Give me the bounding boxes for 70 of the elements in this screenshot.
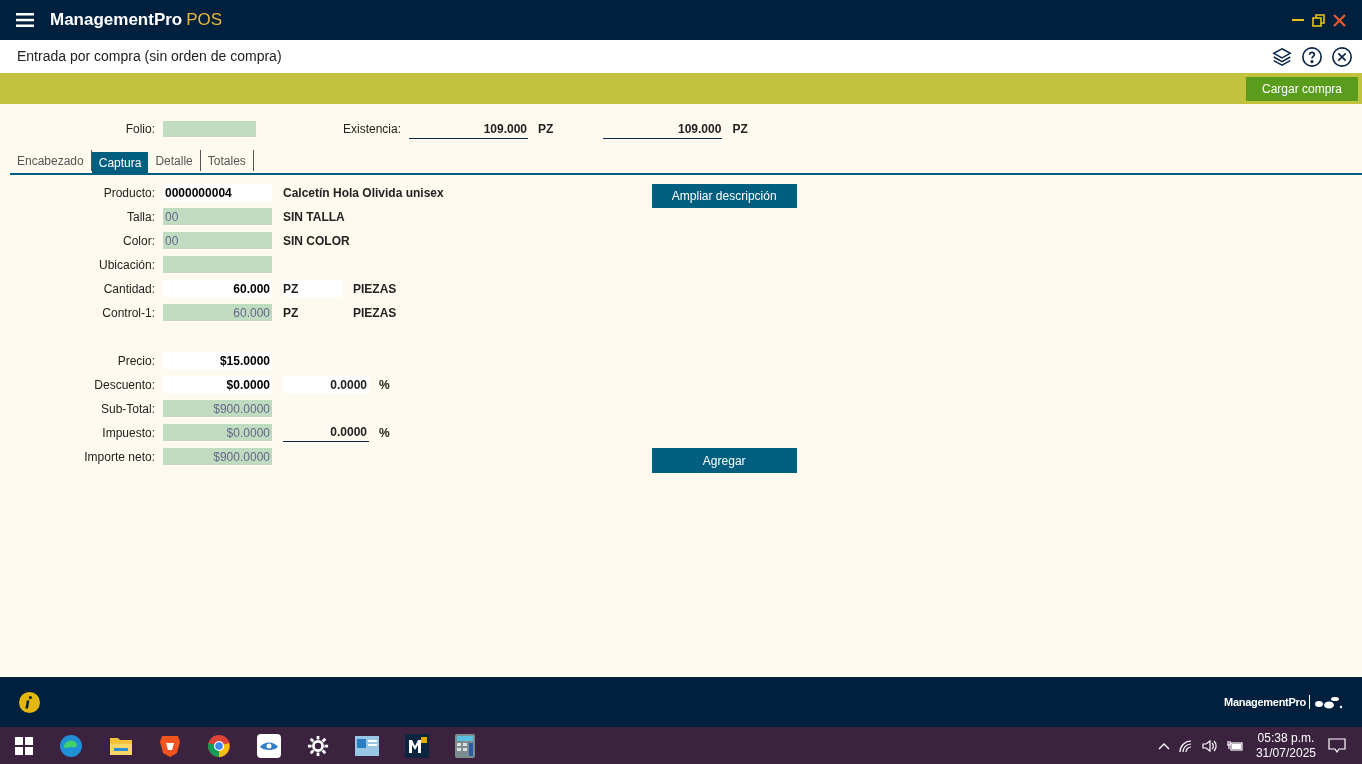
tab[interactable]: Detalle	[148, 150, 201, 171]
description-text: PIEZAS	[353, 280, 397, 298]
field-label: Talla:	[126, 208, 155, 226]
percent-sign: %	[379, 424, 390, 442]
close-icon[interactable]	[1330, 44, 1354, 69]
input-field[interactable]: $900.0000	[163, 448, 272, 465]
battery-icon[interactable]	[1225, 739, 1244, 752]
input-field[interactable]: 0000000004	[163, 184, 272, 201]
field-label: Importe neto:	[83, 448, 155, 466]
field-label: Impuesto:	[101, 424, 155, 442]
field-label: Descuento:	[93, 376, 155, 394]
unit-text: PZ	[283, 304, 300, 322]
percent-field[interactable]: 0.0000	[283, 423, 369, 442]
calculator-icon[interactable]	[455, 733, 475, 758]
tab[interactable]: Captura	[91, 152, 149, 173]
unit-text: PZ	[732, 121, 748, 138]
help-icon[interactable]	[1300, 44, 1324, 69]
unit-text: PZ	[538, 121, 554, 138]
wifi-icon[interactable]	[1177, 738, 1194, 753]
footer-logo-text: ManagementPro	[1224, 694, 1306, 710]
expand-description-button[interactable]: Ampliar descripción	[651, 184, 797, 208]
chevron-up-icon[interactable]	[1157, 741, 1170, 750]
field-label: Cantidad:	[102, 280, 155, 298]
field-label: Producto:	[102, 184, 155, 202]
description-text: Calcetín Hola Olivida unisex	[283, 184, 444, 202]
settings-icon[interactable]	[307, 734, 329, 757]
input-field[interactable]: $900.0000	[163, 400, 272, 417]
input-field[interactable]: $0.0000	[163, 424, 272, 441]
app-icon[interactable]	[355, 735, 379, 756]
add-button[interactable]: Agregar	[651, 448, 797, 473]
input-field[interactable]: $0.0000	[163, 376, 272, 393]
tab[interactable]: Encabezado	[10, 150, 92, 171]
input-field[interactable]: 00	[163, 232, 272, 249]
eye-icon[interactable]	[257, 733, 281, 758]
description-text: SIN COLOR	[283, 232, 350, 250]
stock-value: 109.000	[603, 119, 723, 139]
browser-icon[interactable]	[207, 733, 231, 758]
field-label: Precio:	[116, 352, 155, 370]
percent-sign: %	[379, 376, 390, 394]
notification-icon[interactable]	[1328, 737, 1346, 754]
field-label: Control-1:	[101, 304, 155, 322]
restore-icon[interactable]	[1312, 13, 1325, 27]
tab[interactable]: Totales	[200, 150, 254, 171]
clock-time[interactable]: 05:38 p.m.	[1257, 730, 1315, 746]
input-field[interactable]: 60.000	[163, 280, 272, 297]
windows-start-icon[interactable]	[15, 736, 33, 755]
field-label: Sub-Total:	[99, 400, 155, 418]
description-text: PIEZAS	[353, 304, 397, 322]
screen-title: Entrada por compra (sin orden de compra)	[17, 47, 282, 66]
menu-icon[interactable]	[16, 12, 34, 28]
field-label: Ubicación:	[97, 256, 155, 274]
percent-field[interactable]: 0.0000	[283, 376, 369, 393]
description-text: SIN TALLA	[283, 208, 345, 226]
unit-field[interactable]: PZ	[283, 280, 343, 297]
field-label: Color:	[122, 232, 155, 250]
input-field[interactable]: 60.000	[163, 304, 272, 321]
logo-icon	[1309, 694, 1343, 710]
info-icon[interactable]	[19, 691, 40, 713]
input-field[interactable]	[163, 256, 272, 273]
clock-date[interactable]: 31/07/2025	[1255, 745, 1316, 761]
input-field[interactable]: 00	[163, 208, 272, 225]
browser-icon[interactable]	[59, 733, 83, 758]
stock-label: Existencia:	[343, 121, 402, 138]
app-icon[interactable]	[405, 733, 429, 758]
folio-field[interactable]	[163, 121, 256, 137]
folio-label: Folio:	[124, 121, 155, 138]
input-field[interactable]: $15.0000	[163, 352, 272, 369]
app-title: ManagementPro POS	[50, 9, 223, 32]
stock-value: 109.000	[409, 119, 529, 139]
volume-icon[interactable]	[1201, 738, 1218, 753]
